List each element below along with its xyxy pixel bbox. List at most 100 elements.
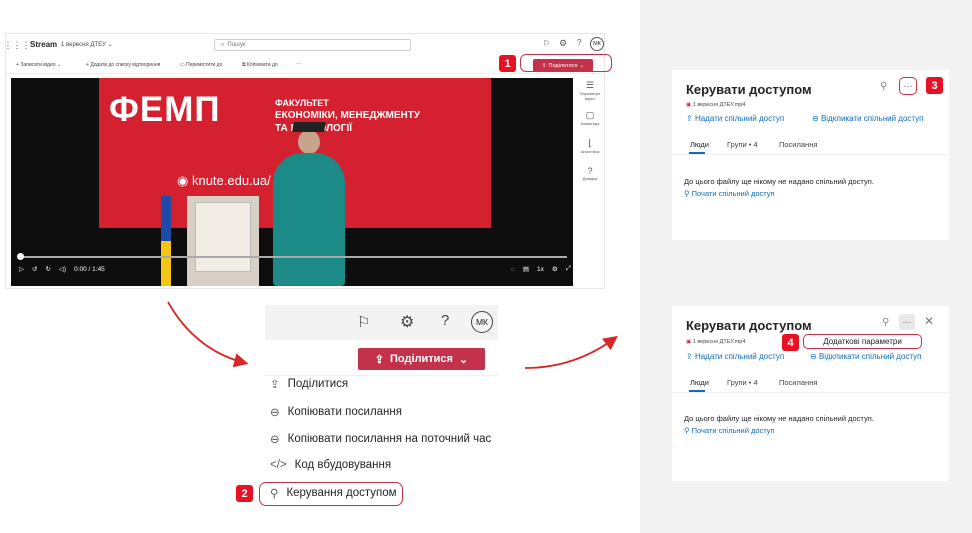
time-display: 0:00 / 1:45 <box>74 265 105 273</box>
player-right-controls: ◌ ▤ 1x ⚙ ⤢ <box>511 265 571 273</box>
fullscreen-icon[interactable]: ⤢ <box>566 265 571 273</box>
copy-to-label: Копіювати до <box>246 62 278 68</box>
manage-access-highlight <box>259 482 403 506</box>
more-icon[interactable]: ··· <box>296 61 301 67</box>
share-icon: ⇪ <box>270 379 280 391</box>
gear-icon[interactable]: ⚙ <box>400 312 414 332</box>
more-options-tooltip[interactable]: Додаткові параметри <box>803 334 922 349</box>
block-icon: ⊖ <box>812 114 819 123</box>
app-launcher-icon[interactable]: ⋮⋮⋮ <box>4 40 31 50</box>
start-sharing-label: Почати спільний доступ <box>691 426 775 435</box>
video-line1: ФАКУЛЬТЕТ <box>275 98 329 108</box>
transcript-icon[interactable]: ▤ <box>523 265 529 273</box>
player-controls: ▷ ↺ ↻ ◁) 0:00 / 1:45 <box>19 265 105 274</box>
feedback-icon[interactable]: ⚐ <box>543 39 550 48</box>
arrow-menu-to-panel <box>524 335 618 369</box>
record-video-label: Записати відео <box>20 62 56 68</box>
video-file-icon: ▣ <box>686 339 692 345</box>
move-to-label: Перемістити до <box>186 62 223 68</box>
add-to-playlist-button[interactable]: + Додати до списку відтворення <box>86 62 160 68</box>
seek-bar[interactable] <box>19 256 567 258</box>
person-icon[interactable]: ⚲ <box>882 317 889 328</box>
rail-video-settings[interactable]: ☰ Параметри відео <box>576 80 604 110</box>
share-icon: ⇪ <box>686 114 693 123</box>
feedback-icon[interactable]: ⚐ <box>357 313 370 331</box>
move-to-button[interactable]: ▭ Перемістити до <box>180 62 222 68</box>
app-name[interactable]: Stream <box>30 40 57 49</box>
right-rail: ☰ Параметри відео ▢ Коментарі ⌊ Аналітика ?… <box>576 80 604 194</box>
more-options-icon[interactable]: ··· <box>899 77 917 95</box>
video-player[interactable]: ФЕМП ФАКУЛЬТЕТ ЕКОНОМІКИ, МЕНЕДЖМЕНТУ ТА… <box>11 78 573 286</box>
share-highlight <box>520 54 612 72</box>
avatar[interactable]: МК <box>471 311 493 333</box>
manage-access-panel-1: Керувати доступом ⚲ ··· ▣ 1 вересня ДТЕУ… <box>672 70 949 240</box>
tab-people[interactable]: Люди <box>690 378 709 387</box>
help-circle-icon: ? <box>587 166 593 176</box>
start-sharing-link[interactable]: ⚲ Почати спільний доступ <box>684 189 775 198</box>
manage-access-panel-2: Керувати доступом ⚲ ··· ✕ ▣ 1 вересня ДТ… <box>672 306 949 481</box>
search-placeholder: Пошук <box>227 42 246 48</box>
tab-groups[interactable]: Групи • 4 <box>727 140 758 149</box>
person-icon: ⚲ <box>684 426 690 435</box>
chevron-down-icon: ⌄ <box>107 42 113 48</box>
rewind-icon[interactable]: ↺ <box>32 265 37 273</box>
search-box[interactable]: ⌕ Пошук <box>214 39 411 51</box>
grant-access-label: Надати спільний доступ <box>694 352 785 361</box>
menu-header-bar <box>265 305 498 340</box>
speed-control[interactable]: 1x <box>537 266 544 273</box>
start-sharing-label: Почати спільний доступ <box>691 189 775 198</box>
seek-thumb[interactable] <box>17 253 24 260</box>
person-icon[interactable]: ⚲ <box>880 81 887 92</box>
rail-comments[interactable]: ▢ Коментарі <box>576 110 604 138</box>
close-icon[interactable]: ✕ <box>924 314 934 328</box>
record-video-button[interactable]: + Записати відео ⌄ <box>16 62 61 68</box>
flag <box>161 196 171 286</box>
grant-access-link[interactable]: ⇪ Надати спільний доступ <box>686 352 784 361</box>
speaker-gown <box>273 153 345 286</box>
revoke-access-link[interactable]: ⊖ Відкликати спільний доступ <box>810 352 921 361</box>
menu-item-share[interactable]: ⇪ Поділитися <box>270 377 348 391</box>
settings-icon[interactable]: ⚙ <box>552 265 558 273</box>
tab-people[interactable]: Люди <box>690 140 709 149</box>
forward-icon[interactable]: ↻ <box>45 265 50 273</box>
file-crumb[interactable]: 1 вересня ДТЕУ ⌄ <box>61 41 113 48</box>
menu-item-copy-link-label: Копіювати посилання <box>287 406 402 418</box>
avatar[interactable]: МК <box>590 37 604 51</box>
start-sharing-link[interactable]: ⚲ Почати спільний доступ <box>684 426 775 435</box>
arrow-step1-to-menu <box>167 301 249 368</box>
gear-icon[interactable]: ⚙ <box>559 38 567 49</box>
chevron-down-icon: ⌄ <box>458 353 469 366</box>
video-url-label: knute.edu.ua/ <box>191 173 271 188</box>
tab-links[interactable]: Посилання <box>779 378 817 387</box>
more-options-label: Додаткові параметри <box>823 337 902 346</box>
step-marker-1: 1 <box>499 55 516 72</box>
speaker-head <box>298 130 320 154</box>
help-icon[interactable]: ? <box>441 312 449 329</box>
volume-icon[interactable]: ◁) <box>59 265 66 273</box>
more-options-icon[interactable]: ··· <box>899 314 915 330</box>
menu-item-share-label: Поділитися <box>287 378 349 390</box>
help-icon[interactable]: ? <box>577 38 581 47</box>
file-row: ▣ 1 вересня ДТЕУ.mp4 <box>686 102 745 108</box>
menu-item-copy-link-time[interactable]: ⊖ Копіювати посилання на поточний час <box>270 432 491 446</box>
revoke-access-link[interactable]: ⊖ Відкликати спільний доступ <box>812 114 923 123</box>
copy-to-button[interactable]: ⧉ Копіювати до <box>242 62 278 68</box>
step-marker-3: 3 <box>926 77 943 94</box>
video-line2: ЕКОНОМІКИ, МЕНЕДЖМЕНТУ <box>275 110 421 121</box>
rail-analytics[interactable]: ⌊ Аналітика <box>576 138 604 166</box>
rail-help[interactable]: ? Довідка <box>576 166 604 194</box>
share-button[interactable]: ⇪ Поділитися ⌄ <box>358 348 485 370</box>
captions-icon[interactable]: ◌ <box>511 266 515 273</box>
empty-message: До цього файлу ще нікому не надано спіль… <box>684 414 874 423</box>
panel-title: Керувати доступом <box>686 82 812 97</box>
link-icon: ⊖ <box>270 407 280 419</box>
grant-access-link[interactable]: ⇪ Надати спільний доступ <box>686 114 784 123</box>
tab-links[interactable]: Посилання <box>779 140 817 149</box>
play-icon[interactable]: ▷ <box>19 265 24 273</box>
stream-header: ⋮⋮⋮ Stream 1 вересня ДТЕУ ⌄ ⌕ Пошук ⚐ ⚙ ?… <box>4 34 604 56</box>
tab-groups[interactable]: Групи • 4 <box>727 378 758 387</box>
grant-access-label: Надати спільний доступ <box>694 114 785 123</box>
menu-item-copy-link[interactable]: ⊖ Копіювати посилання <box>270 405 402 419</box>
stream-window: ⋮⋮⋮ Stream 1 вересня ДТЕУ ⌄ ⌕ Пошук ⚐ ⚙ ?… <box>4 33 605 289</box>
menu-item-embed-code[interactable]: </> Код вбудовування <box>270 459 391 471</box>
